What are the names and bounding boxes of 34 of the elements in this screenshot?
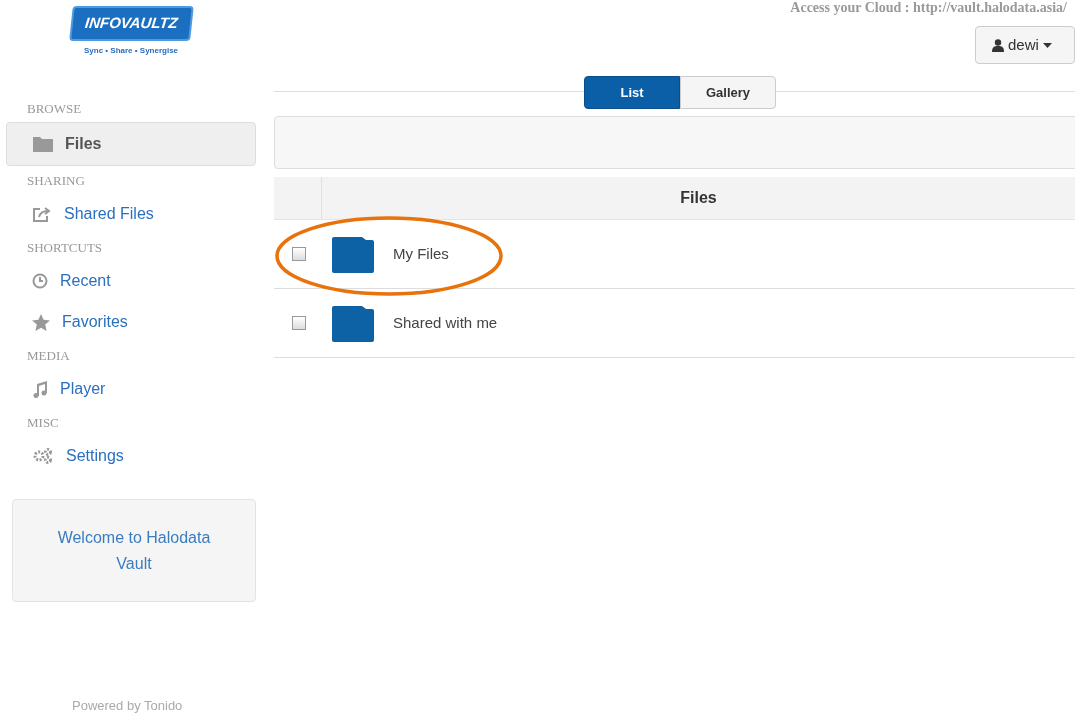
section-heading: MISC	[26, 414, 60, 433]
user-icon	[992, 38, 1004, 52]
music-note-icon	[32, 380, 48, 398]
sidebar-item[interactable]: Favorites	[6, 302, 256, 342]
folder-name[interactable]: Shared with me	[393, 311, 498, 335]
folder-icon	[330, 304, 376, 342]
logo-badge: INFOVAULTZ	[68, 6, 194, 41]
access-text: Access your Cloud : http://vault.halodata.asia/	[790, 0, 1067, 17]
caret-icon	[1042, 42, 1052, 48]
folder-name[interactable]: My Files	[393, 242, 449, 266]
sidebar-item[interactable]: Recent	[6, 261, 256, 301]
footer-text: Powered by Tonido	[72, 696, 184, 715]
column-header: Files	[679, 188, 718, 208]
view-tab[interactable]: Gallery	[680, 76, 776, 109]
section-heading: BROWSE	[26, 100, 83, 119]
folder-icon	[33, 136, 53, 152]
section-heading: MEDIA	[26, 347, 71, 366]
row-checkbox[interactable]	[292, 316, 306, 330]
section-heading: SHORTCUTS	[26, 239, 104, 258]
welcome-panel: Welcome to Halodata Vault	[12, 499, 256, 602]
row-checkbox[interactable]	[292, 247, 306, 261]
sidebar-item[interactable]: Files	[6, 122, 256, 166]
clock-icon	[32, 273, 48, 289]
sidebar-item[interactable]: Shared Files	[6, 194, 256, 234]
sidebar-item[interactable]: Player	[6, 369, 256, 409]
sidebar-item[interactable]: Settings	[6, 436, 256, 476]
folder-icon	[330, 235, 376, 273]
view-tab[interactable]: List	[584, 76, 680, 109]
share-icon	[32, 206, 52, 222]
star-icon	[32, 313, 50, 331]
section-heading: SHARING	[26, 172, 86, 191]
gears-icon	[32, 448, 54, 464]
user-menu-button[interactable]: dewi	[975, 26, 1075, 64]
logo-tagline: Sync • Share • Synergise	[83, 44, 179, 57]
